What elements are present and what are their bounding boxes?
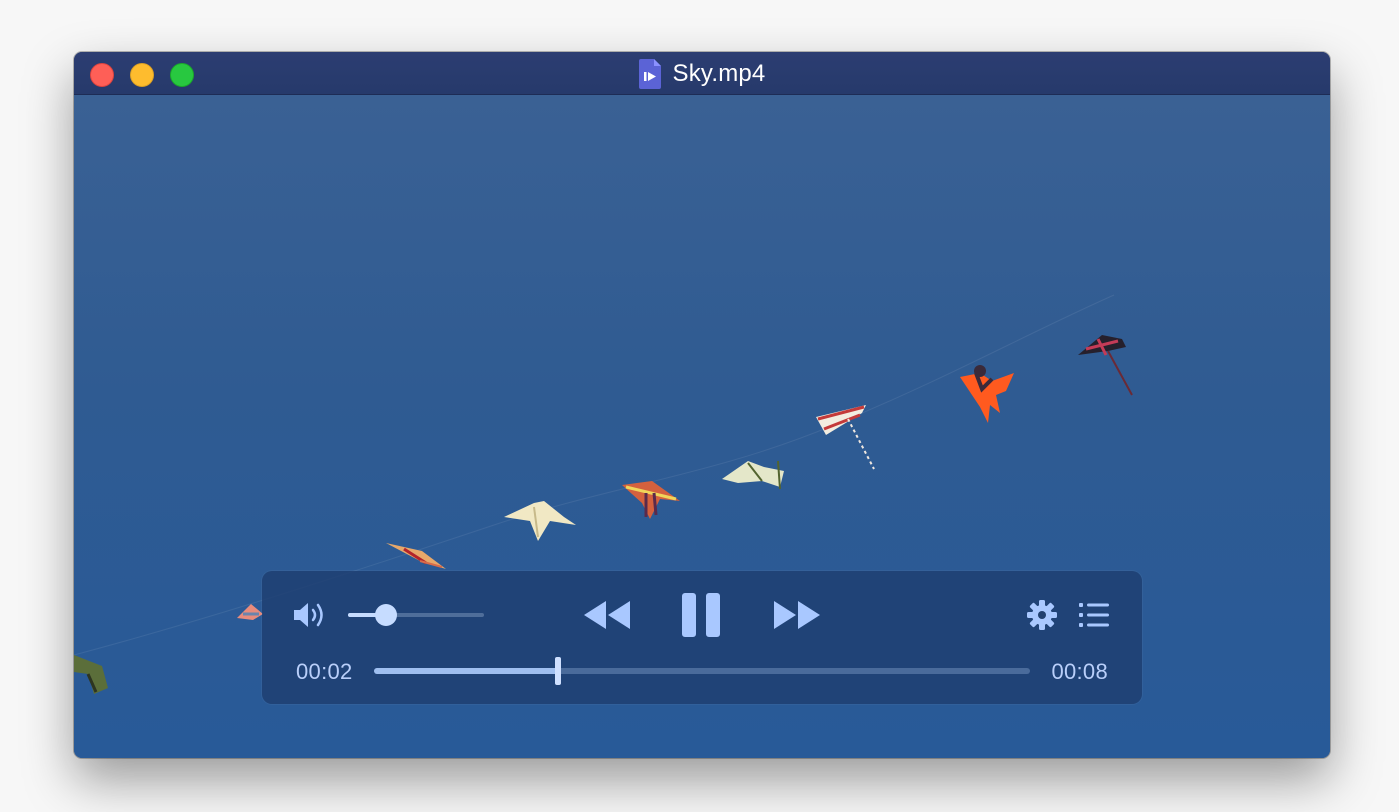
playback-controls: 00:02 00:08 <box>262 571 1142 704</box>
list-icon[interactable] <box>1078 601 1110 629</box>
kite <box>1078 335 1133 396</box>
kite <box>722 460 784 490</box>
pause-icon[interactable] <box>680 591 724 639</box>
gear-icon[interactable] <box>1026 599 1058 631</box>
volume-slider-knob[interactable] <box>375 604 398 626</box>
kite <box>386 543 446 569</box>
seek-bar[interactable] <box>374 657 1030 685</box>
current-time: 00:02 <box>296 659 353 684</box>
speaker-icon[interactable] <box>292 599 328 631</box>
seek-bar-handle[interactable] <box>554 657 561 685</box>
rewind-icon[interactable] <box>582 599 632 631</box>
kite <box>960 365 1014 423</box>
volume-slider[interactable] <box>348 604 484 626</box>
kite <box>504 501 576 541</box>
window-title: Sky.mp4 <box>672 59 766 87</box>
duration-time: 00:08 <box>1051 659 1108 684</box>
kite <box>816 405 875 470</box>
video-frame[interactable]: 00:02 00:08 <box>74 95 1330 758</box>
title-bar[interactable]: Sky.mp4 <box>74 52 1330 95</box>
window-title-group: Sky.mp4 <box>74 52 1330 95</box>
kite <box>622 481 680 519</box>
video-file-icon <box>638 58 661 89</box>
player-window: Sky.mp4 00:02 00:08 <box>74 52 1330 758</box>
fast-forward-icon[interactable] <box>772 599 822 631</box>
seek-bar-progress <box>374 668 558 674</box>
kite <box>74 655 108 694</box>
